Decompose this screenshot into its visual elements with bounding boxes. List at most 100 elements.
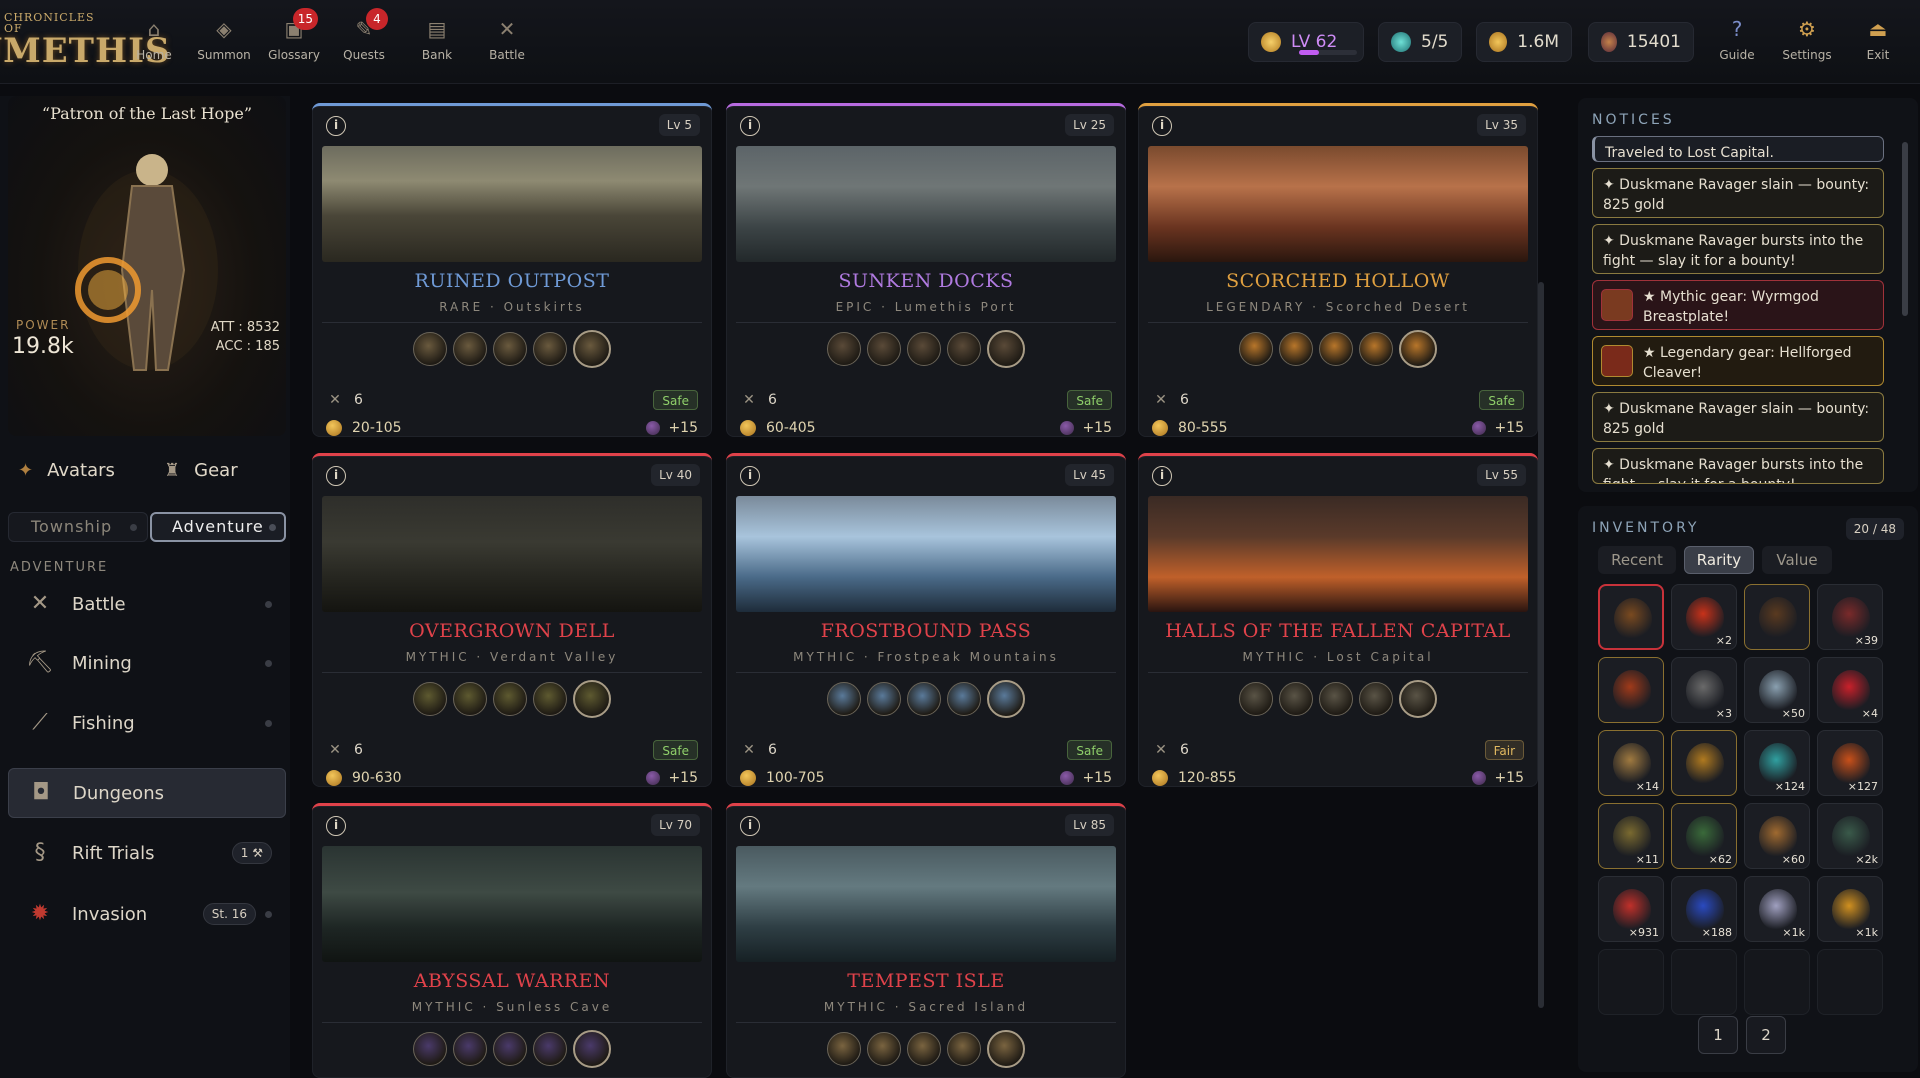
nav-glossary-button[interactable]: ▣ 15 Glossary — [262, 8, 326, 72]
inventory-slot[interactable]: ×931 — [1598, 876, 1664, 942]
nav-exit-button[interactable]: ⏏ Exit — [1846, 12, 1910, 72]
enemy-portrait[interactable] — [987, 330, 1025, 368]
nav-settings-button[interactable]: ⚙ Settings — [1775, 12, 1839, 72]
nav-battle-button[interactable]: ✕ Battle — [475, 12, 539, 72]
inventory-tab-rarity[interactable]: Rarity — [1684, 546, 1754, 574]
inventory-slot[interactable]: ×39 — [1817, 584, 1883, 650]
enemy-portrait[interactable] — [1399, 680, 1437, 718]
enemy-portrait[interactable] — [493, 332, 527, 366]
inventory-slot[interactable]: ×1k — [1817, 876, 1883, 942]
enemy-portrait[interactable] — [1359, 682, 1393, 716]
enemy-portrait[interactable] — [573, 680, 611, 718]
inventory-slot[interactable] — [1598, 657, 1664, 723]
inventory-slot[interactable]: ×188 — [1671, 876, 1737, 942]
info-icon[interactable]: i — [1152, 466, 1172, 486]
info-icon[interactable]: i — [326, 466, 346, 486]
inventory-slot[interactable]: ×60 — [1744, 803, 1810, 869]
enemy-portrait[interactable] — [1279, 682, 1313, 716]
sidebar-item-battle[interactable]: ✕ Battle — [8, 578, 286, 630]
enemy-portrait[interactable] — [907, 682, 941, 716]
inventory-slot-empty[interactable] — [1671, 949, 1737, 1015]
inventory-slot[interactable] — [1671, 730, 1737, 796]
inventory-slot[interactable]: ×4 — [1817, 657, 1883, 723]
enemy-portrait[interactable] — [453, 1032, 487, 1066]
notice-item[interactable]: ✦ Duskmane Ravager bursts into the fight… — [1592, 448, 1884, 484]
notice-item[interactable]: Traveled to Lost Capital. — [1592, 136, 1884, 162]
nav-bank-button[interactable]: ▤ Bank — [405, 12, 469, 72]
notices-scrollbar[interactable] — [1902, 142, 1908, 316]
enemy-portrait[interactable] — [867, 682, 901, 716]
inventory-slot-empty[interactable] — [1744, 949, 1810, 1015]
info-icon[interactable]: i — [326, 116, 346, 136]
enemy-portrait[interactable] — [493, 682, 527, 716]
enemy-portrait[interactable] — [413, 682, 447, 716]
dungeon-card[interactable]: i Lv 45 FROSTBOUND PASS MYTHIC · Frostpe… — [726, 453, 1126, 787]
inventory-tab-value[interactable]: Value — [1762, 546, 1832, 574]
enemy-portrait[interactable] — [867, 1032, 901, 1066]
nav-guide-button[interactable]: ? Guide — [1705, 12, 1769, 72]
notice-item[interactable]: ★ Legendary gear: Hellforged Cleaver! — [1592, 336, 1884, 386]
inventory-slot[interactable]: ×2k — [1817, 803, 1883, 869]
info-icon[interactable]: i — [326, 816, 346, 836]
enemy-portrait[interactable] — [987, 680, 1025, 718]
enemy-portrait[interactable] — [827, 332, 861, 366]
gear-button[interactable]: ♜ Gear — [164, 460, 238, 481]
enemy-portrait[interactable] — [1279, 332, 1313, 366]
enemy-portrait[interactable] — [1319, 332, 1353, 366]
notice-item[interactable]: ✦ Duskmane Ravager bursts into the fight… — [1592, 224, 1884, 274]
avatars-button[interactable]: ✦ Avatars — [18, 460, 115, 481]
info-icon[interactable]: i — [740, 116, 760, 136]
gold-pill[interactable]: 1.6M — [1476, 22, 1572, 62]
notice-item[interactable]: ✦ Duskmane Ravager slain — bounty: 825 g… — [1592, 392, 1884, 442]
enemy-portrait[interactable] — [947, 1032, 981, 1066]
enemy-portrait[interactable] — [533, 332, 567, 366]
info-icon[interactable]: i — [740, 816, 760, 836]
enemy-portrait[interactable] — [453, 332, 487, 366]
enemy-portrait[interactable] — [533, 682, 567, 716]
nav-quests-button[interactable]: ✎ 4 Quests — [332, 8, 396, 72]
enemy-portrait[interactable] — [1399, 330, 1437, 368]
info-icon[interactable]: i — [740, 466, 760, 486]
sidebar-item-rift-trials[interactable]: § Rift Trials 1 ⚒ — [8, 827, 286, 879]
inventory-slot-empty[interactable] — [1817, 949, 1883, 1015]
enemy-portrait[interactable] — [867, 332, 901, 366]
inventory-slot[interactable] — [1744, 584, 1810, 650]
enemy-portrait[interactable] — [1239, 332, 1273, 366]
sidebar-item-fishing[interactable]: ⟋ Fishing — [8, 697, 286, 749]
enemy-portrait[interactable] — [573, 330, 611, 368]
notice-item[interactable]: ✦ Duskmane Ravager slain — bounty: 825 g… — [1592, 168, 1884, 218]
inventory-slot[interactable]: ×11 — [1598, 803, 1664, 869]
gems-pill[interactable]: 15401 — [1588, 22, 1694, 62]
tab-adventure[interactable]: Adventure — [150, 512, 286, 542]
dungeon-card[interactable]: i Lv 85 TEMPEST ISLE MYTHIC · Sacred Isl… — [726, 803, 1126, 1078]
inventory-slot[interactable]: ×127 — [1817, 730, 1883, 796]
level-pill[interactable]: LV 62 — [1248, 22, 1364, 62]
inventory-slot-empty[interactable] — [1598, 949, 1664, 1015]
sidebar-item-mining[interactable]: ⛏ Mining — [8, 637, 286, 689]
enemy-portrait[interactable] — [533, 1032, 567, 1066]
page-1-button[interactable]: 1 — [1698, 1016, 1738, 1054]
game-logo[interactable]: CHRONICLES OF LUMETHIS — [0, 8, 170, 72]
dungeon-card[interactable]: i Lv 35 SCORCHED HOLLOW LEGENDARY · Scor… — [1138, 103, 1538, 437]
inventory-slot[interactable] — [1598, 584, 1664, 650]
tab-township[interactable]: Township — [8, 512, 148, 542]
dungeon-card[interactable]: i Lv 40 OVERGROWN DELL MYTHIC · Verdant … — [312, 453, 712, 787]
nav-summon-button[interactable]: ◈ Summon — [192, 12, 256, 72]
enemy-portrait[interactable] — [947, 682, 981, 716]
info-icon[interactable]: i — [1152, 116, 1172, 136]
enemy-portrait[interactable] — [827, 1032, 861, 1066]
enemy-portrait[interactable] — [907, 1032, 941, 1066]
dungeon-scrollbar[interactable] — [1538, 282, 1544, 1008]
inventory-slot[interactable]: ×124 — [1744, 730, 1810, 796]
energy-pill[interactable]: 5/5 — [1378, 22, 1462, 62]
inventory-slot[interactable]: ×62 — [1671, 803, 1737, 869]
enemy-portrait[interactable] — [1359, 332, 1393, 366]
hero-portrait[interactable]: “Patron of the Last Hope” POWER 19.8k AT… — [8, 96, 286, 436]
enemy-portrait[interactable] — [453, 682, 487, 716]
enemy-portrait[interactable] — [413, 332, 447, 366]
enemy-portrait[interactable] — [573, 1030, 611, 1068]
inventory-slot[interactable]: ×3 — [1671, 657, 1737, 723]
page-2-button[interactable]: 2 — [1746, 1016, 1786, 1054]
nav-home-button[interactable]: ⌂ Home — [122, 12, 186, 72]
enemy-portrait[interactable] — [413, 1032, 447, 1066]
